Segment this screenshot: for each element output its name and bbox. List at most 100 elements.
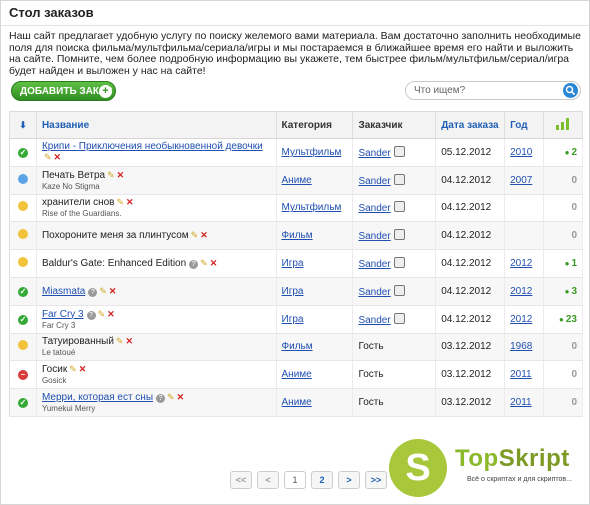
column-customer-header[interactable]: Заказчик — [352, 111, 437, 139]
delete-icon[interactable]: ✕ — [125, 336, 133, 347]
delete-icon[interactable]: ✕ — [210, 258, 218, 269]
year-cell — [504, 221, 545, 251]
order-date: 03.12.2012 — [435, 333, 506, 362]
page-title: Стол заказов — [9, 5, 94, 20]
year-cell: 2012 — [504, 249, 545, 278]
category-link[interactable]: Игра — [282, 286, 304, 297]
page-link[interactable]: 1 — [284, 471, 306, 489]
category-link[interactable]: Мультфильм — [282, 202, 342, 213]
sort-arrow-header[interactable]: ⬇ — [9, 111, 37, 139]
search-icon[interactable] — [563, 83, 578, 98]
user-profile-icon[interactable] — [393, 257, 405, 269]
year-link[interactable]: 2010 — [510, 147, 532, 158]
help-icon[interactable]: ? — [86, 310, 96, 320]
category-link[interactable]: Аниме — [282, 397, 312, 408]
user-profile-icon[interactable] — [393, 284, 405, 296]
user-profile-icon[interactable] — [393, 173, 405, 185]
count-cell: 0 — [543, 360, 583, 390]
year-link[interactable]: 2012 — [510, 286, 532, 297]
watermark-brand: TopSkript — [455, 445, 570, 473]
search-input[interactable] — [414, 84, 559, 97]
year-link[interactable]: 2007 — [510, 175, 532, 186]
column-name-header[interactable]: Название — [36, 111, 277, 139]
user-profile-icon[interactable] — [393, 229, 405, 241]
table-row: – Госик ✎ ✕ Gosick Аниме Гость 03.12.2012 2011 0 — [9, 360, 583, 390]
delete-icon[interactable]: ✕ — [200, 230, 208, 241]
page-link[interactable]: >> — [365, 471, 387, 489]
edit-pencil-icon[interactable]: ✎ — [69, 364, 77, 375]
user-profile-icon[interactable] — [393, 201, 405, 213]
edit-pencil-icon[interactable]: ✎ — [98, 309, 106, 320]
category-link[interactable]: Аниме — [282, 175, 312, 186]
order-title-link[interactable]: Мерри, которая ест сны — [42, 392, 153, 403]
edit-pencil-icon[interactable]: ✎ — [44, 152, 52, 163]
help-icon[interactable]: ? — [88, 287, 98, 297]
edit-pencil-icon[interactable]: ✎ — [200, 258, 208, 269]
order-title: Татуированный — [41, 336, 114, 348]
customer-cell: Sander — [352, 221, 437, 251]
count-cell: 0 — [543, 166, 583, 195]
year-link[interactable]: 2012 — [510, 258, 532, 269]
category-link[interactable]: Мультфильм — [282, 147, 342, 158]
status-progress-icon — [17, 173, 28, 184]
customer-link[interactable]: Sander — [358, 148, 390, 159]
delete-icon[interactable]: ✕ — [177, 392, 185, 403]
order-title-link[interactable]: Far Cry 3 — [42, 309, 84, 320]
column-category-header[interactable]: Категория — [276, 111, 354, 139]
edit-pencil-icon[interactable]: ✎ — [167, 392, 175, 403]
order-title-link[interactable]: Miasmata — [42, 286, 85, 297]
customer-link[interactable]: Sander — [358, 176, 390, 187]
customer-link[interactable]: Sander — [358, 259, 390, 270]
status-rejected-icon: – — [17, 370, 28, 381]
customer-link[interactable]: Sander — [358, 315, 390, 326]
delete-icon[interactable]: ✕ — [109, 286, 117, 297]
help-icon[interactable]: ? — [189, 260, 199, 270]
category-link[interactable]: Игра — [282, 258, 304, 269]
order-title-link[interactable]: Крипи - Приключения необыкновенной девоч… — [42, 141, 263, 152]
customer-link[interactable]: Sander — [358, 287, 390, 298]
edit-pencil-icon[interactable]: ✎ — [99, 286, 107, 297]
year-link[interactable]: 1968 — [510, 341, 532, 352]
category-link[interactable]: Фильм — [282, 230, 313, 241]
customer-cell: Гость — [352, 333, 437, 362]
customer-link[interactable]: Sander — [358, 203, 390, 214]
delete-icon[interactable]: ✕ — [117, 170, 125, 181]
page-link[interactable]: > — [338, 471, 360, 489]
year-link[interactable]: 2011 — [510, 397, 532, 408]
customer-link[interactable]: Sander — [358, 231, 390, 242]
delete-icon[interactable]: ✕ — [126, 197, 134, 208]
order-desk-panel: Стол заказов Наш сайт предлагает удобную… — [0, 0, 590, 505]
stats-header[interactable] — [543, 111, 583, 139]
delete-icon[interactable]: ✕ — [53, 152, 61, 163]
edit-pencil-icon[interactable]: ✎ — [107, 170, 115, 181]
table-row: ✓ Крипи - Приключения необыкновенной дево… — [9, 138, 583, 167]
customer-cell: Sander — [352, 277, 437, 306]
column-year-header[interactable]: Год — [504, 111, 545, 139]
help-icon[interactable]: ? — [156, 394, 166, 404]
edit-pencil-icon[interactable]: ✎ — [116, 336, 124, 347]
order-subtitle: Gosick — [41, 376, 67, 386]
edit-pencil-icon[interactable]: ✎ — [116, 197, 124, 208]
page-link[interactable]: 2 — [311, 471, 333, 489]
category-link[interactable]: Фильм — [282, 341, 313, 352]
watermark-tagline: Всё о скриптах и для скриптов... — [467, 476, 572, 483]
year-link[interactable]: 2011 — [510, 369, 532, 380]
add-order-button[interactable]: ДОБАВИТЬ ЗАКАЗ + — [11, 81, 116, 101]
plus-icon: + — [99, 85, 112, 98]
edit-pencil-icon[interactable]: ✎ — [191, 230, 199, 241]
user-profile-icon[interactable] — [393, 312, 405, 324]
delete-icon[interactable]: ✕ — [79, 364, 87, 375]
order-title: Похороните меня за плинтусом — [41, 230, 189, 242]
page-link[interactable]: < — [257, 471, 279, 489]
order-subtitle: Le tatoué — [41, 348, 76, 358]
intro-text: Наш сайт предлагает удобную услугу по по… — [9, 30, 581, 77]
year-link[interactable]: 2012 — [510, 314, 532, 325]
category-link[interactable]: Игра — [282, 314, 304, 325]
status-pending-icon — [17, 201, 28, 212]
page-link[interactable]: << — [230, 471, 252, 489]
order-date: 04.12.2012 — [435, 166, 506, 195]
category-link[interactable]: Аниме — [282, 369, 312, 380]
delete-icon[interactable]: ✕ — [107, 309, 115, 320]
column-date-header[interactable]: Дата заказа — [435, 111, 506, 139]
user-profile-icon[interactable] — [393, 145, 405, 157]
